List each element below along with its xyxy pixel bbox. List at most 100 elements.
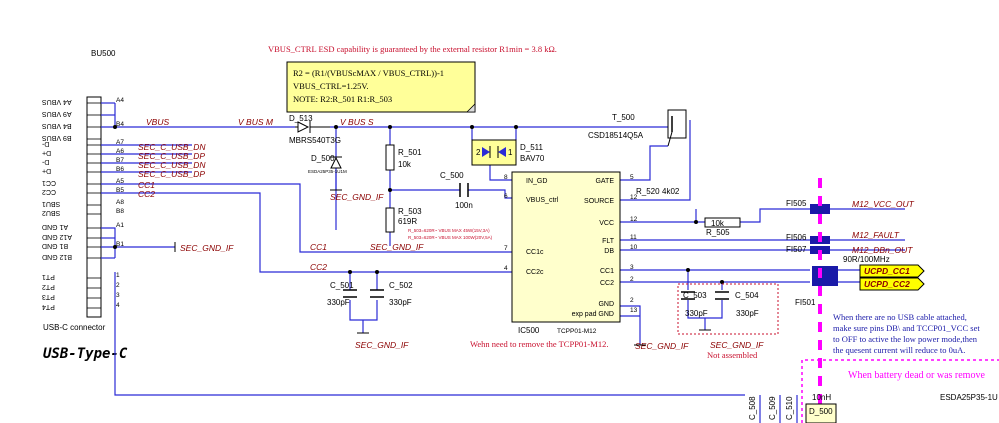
net-gnd-c501: SEC_GND_IF	[355, 340, 409, 350]
connector-pin-label: PT3	[42, 293, 55, 300]
resistor-r503: R_503 619R R_503=620R~ VBUS MAX 45W(15V,…	[385, 207, 493, 240]
ucpd-cc1-port: UCPD_CC1	[864, 266, 910, 276]
ic-pin-num-left: 7	[504, 245, 508, 252]
formula-line-3: NOTE: R2:R_501 R1:R_503	[293, 94, 392, 104]
r505-value: 10k	[711, 219, 725, 228]
ic-pin-right: GATE	[595, 178, 614, 185]
usb-note-line-1: When there are no USB cable attached,	[833, 312, 967, 322]
ic-pin-left: VBUS_ctrl	[526, 197, 559, 204]
d511-pin-1: 1	[508, 148, 513, 157]
r505-ref: R_505	[706, 228, 730, 237]
ic-pin-right: DB	[604, 248, 614, 255]
net-gnd-c503: SEC_GND_IF	[710, 340, 764, 350]
formula-line-1: R2 = (R1/(VBUScMAX / VBUS_CTRL))-1	[293, 68, 444, 78]
connector-pin-label: A12 GND	[42, 233, 72, 240]
r501-value: 10k	[398, 160, 412, 169]
d511-value: BAV70	[520, 154, 545, 163]
connector-pin-label: A9 VBUS	[42, 110, 72, 117]
connector-pin-label: D+	[42, 149, 51, 156]
connector-pin-label: D-	[41, 158, 49, 165]
mosfet-t500: T_500 CSD18514Q5A	[588, 109, 687, 147]
diode-d513: D_513 MBRS540T3G	[289, 114, 341, 145]
d511-ref: D_511	[520, 143, 544, 152]
connector-pin-number: A1	[116, 222, 124, 229]
schematic-canvas: VBUS_CTRL ESD capability is guaranteed b…	[41, 44, 999, 423]
net-gnd-ic: SEC_GND_IF	[635, 341, 689, 351]
fi505-ref: FI505	[786, 199, 807, 208]
ic-pin-num-left: 6	[504, 193, 508, 200]
ic-pin-num-right: 2	[630, 297, 634, 304]
t500-value: CSD18514Q5A	[588, 131, 644, 140]
bottom-inductor-value: 10nH	[812, 393, 831, 402]
connector-pin-label: B1 GND	[42, 242, 68, 249]
bottom-diode-ref: D_500	[809, 407, 833, 416]
diode-d500: D_500 ESDA25P35-1U1M	[308, 154, 347, 174]
ic-pin-num-right: 10	[630, 244, 638, 251]
net-cc1-2: CC1	[310, 242, 327, 252]
net-m12-db: M12_DBn_OUT	[852, 245, 913, 255]
net-gnd-r503: SEC_GND_IF	[370, 242, 424, 252]
c501-ref: C_501	[330, 281, 354, 290]
resistor-r505: 10k R_505	[704, 217, 741, 237]
connector-pin-label: A1 GND	[42, 223, 68, 230]
net-vbus-m: V BUS M	[238, 117, 274, 127]
connector-pin-number: 3	[116, 292, 120, 299]
r503-ref: R_503	[398, 207, 422, 216]
ic-pin-num-right: 12	[630, 216, 638, 223]
c510-ref: C_510	[785, 396, 794, 420]
connector-pin-label: B4 VBUS	[42, 122, 72, 129]
connector-pin-label: B12 GND	[42, 253, 72, 260]
d500-value: ESDA25P35-1U1M	[308, 169, 347, 174]
capacitor-c501: C_501 330pF	[327, 281, 357, 307]
battery-note: When battery dead or was remove	[848, 370, 985, 381]
connector-ref: BU500	[91, 49, 116, 58]
ic-pin-num-left: 8	[504, 174, 508, 181]
connector-pin-label: PT4	[42, 303, 55, 310]
usb-note-line-3: to OFF to active the low power mode,then	[833, 334, 978, 344]
resistor-r501: R_501 10k	[385, 144, 422, 171]
bottom-esd: ESDA25P35-1U	[940, 393, 998, 402]
r503-option-2: R_503=620R~ VBUS MAX 100W(20V,5A)	[408, 235, 493, 240]
remove-note: Wehn need to remove the TCPP01-M12.	[470, 339, 608, 349]
fi506-ref: FI506	[786, 233, 807, 242]
ic-pin-right: CC1	[600, 268, 614, 275]
connector-pin-label: PT1	[42, 273, 55, 280]
connector-pin-number: 1	[116, 272, 120, 279]
connector-pin-label: CC2	[42, 188, 56, 195]
c500-ref: C_500	[440, 171, 464, 180]
ic-pin-right: CC2	[600, 280, 614, 287]
esd-note: VBUS_CTRL ESD capability is guaranteed b…	[268, 44, 557, 54]
formula-note-box: R2 = (R1/(VBUScMAX / VBUS_CTRL))-1 VBUS_…	[286, 61, 476, 113]
c509-ref: C_509	[768, 396, 777, 420]
connector-pin-number: 4	[116, 302, 120, 309]
d513-ref: D_513	[289, 114, 313, 123]
c500-value: 100n	[455, 201, 473, 210]
net-vbus-s: V BUS S	[340, 117, 374, 127]
ucpd-ports: UCPD_CC1 UCPD_CC2	[859, 264, 925, 291]
bottom-components: C_508 C_509 C_510 10nH D_500 ESDA25P35-1…	[748, 393, 998, 423]
fi507-ref: FI507	[786, 245, 807, 254]
r503-value: 619R	[398, 217, 417, 226]
ic-pin-right: GND	[598, 301, 614, 308]
net-cc2: CC2	[138, 189, 155, 199]
ic-pin-left: CC1c	[526, 249, 544, 256]
ucpd-cc2-port: UCPD_CC2	[864, 279, 910, 289]
c508-ref: C_508	[748, 396, 757, 420]
c502-value: 330pF	[389, 298, 412, 307]
net-vbus: VBUS	[146, 117, 169, 127]
net-m12-fault: M12_FAULT	[852, 230, 900, 240]
ic-pin-num-right: 5	[630, 174, 634, 181]
t500-ref: T_500	[612, 113, 635, 122]
r503-option-1: R_503=620R~ VBUS MAX 45W(15V,3A)	[408, 228, 490, 233]
ic-pin-right: exp pad GND	[572, 311, 614, 318]
not-assembled-note: Not assembled	[707, 350, 758, 360]
ic-pin-right: VCC	[599, 220, 614, 227]
usb-note-line-4: the quesent current will reduce to 0uA.	[833, 345, 965, 355]
diode-d511: 2 1 D_511 BAV70	[471, 139, 545, 166]
c502-ref: C_502	[389, 281, 413, 290]
d513-value: MBRS540T3G	[289, 136, 341, 145]
r520-ref: R_520	[636, 187, 660, 196]
connector-pin-number: A8	[116, 199, 124, 206]
ic-pin-num-right: 2	[630, 276, 634, 283]
connector-pin-label: SBU2	[42, 209, 60, 216]
